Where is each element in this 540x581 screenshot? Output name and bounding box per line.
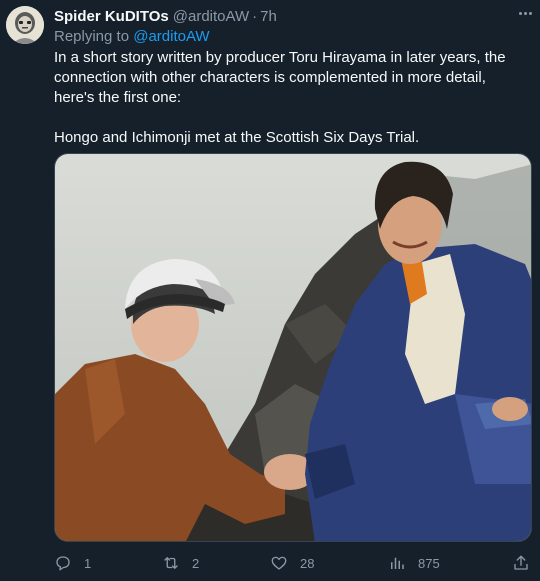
like-button[interactable]: 28: [270, 551, 314, 575]
tweet-text-paragraph-2: Hongo and Ichimonji met at the Scottish …: [54, 129, 420, 146]
analytics-bars-icon: [391, 557, 404, 569]
replying-to: Replying to @arditoAW: [54, 28, 210, 45]
more-icon[interactable]: [514, 6, 536, 20]
more-dot: [518, 11, 522, 15]
tweet-header: Spider KuDITOs @arditoAW · 7h: [54, 6, 530, 26]
tweet[interactable]: Spider KuDITOs @arditoAW · 7h Replying t…: [0, 0, 540, 581]
reply-count: 1: [84, 555, 92, 571]
replying-to-handle-link[interactable]: @arditoAW: [133, 28, 209, 45]
author-handle[interactable]: @arditoAW: [173, 8, 249, 25]
share-upload-icon: [514, 555, 528, 570]
avatar[interactable]: [6, 6, 44, 44]
views-count: 875: [418, 555, 440, 571]
tweet-text: In a short story written by producer Tor…: [54, 48, 528, 148]
separator-dot: ·: [252, 7, 258, 25]
tweet-actions: 1 2 28 875: [54, 551, 532, 575]
photo-two-men-shaking-hands: [55, 154, 531, 541]
views-button[interactable]: 875: [388, 551, 440, 575]
more-dot: [528, 11, 532, 15]
heart-icon: [271, 556, 287, 570]
reply-button[interactable]: 1: [54, 551, 91, 575]
replying-to-label: Replying to: [54, 28, 130, 45]
comment-bubble-icon: [56, 556, 70, 571]
retweet-button[interactable]: 2: [162, 551, 199, 575]
more-dot: [523, 11, 527, 15]
avatar-image: [6, 6, 44, 44]
retweet-count: 2: [192, 555, 200, 571]
like-count: 28: [300, 555, 315, 571]
tweet-text-paragraph-1: In a short story written by producer Tor…: [54, 49, 506, 106]
author-display-name[interactable]: Spider KuDITOs: [54, 8, 169, 25]
retweet-icon: [164, 557, 178, 569]
timestamp[interactable]: 7h: [260, 8, 277, 25]
tweet-photo[interactable]: [54, 153, 532, 542]
share-button[interactable]: [512, 551, 530, 575]
